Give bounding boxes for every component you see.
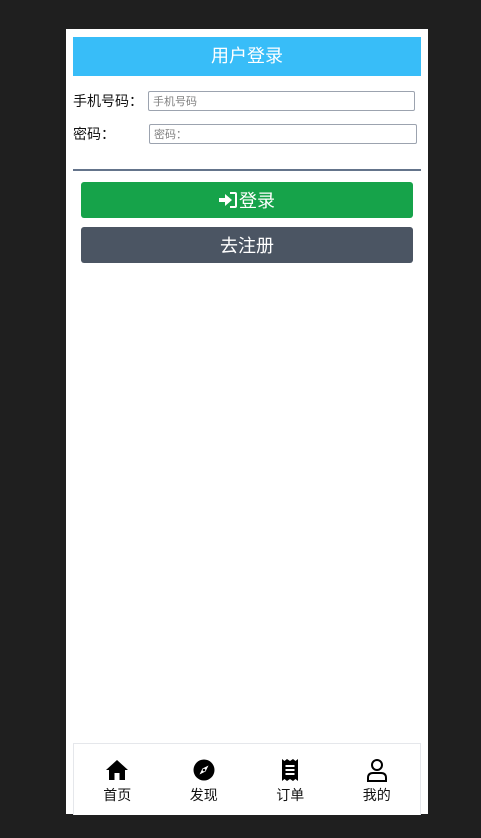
receipt-icon [278,758,302,782]
tab-mine-label: 我的 [362,788,391,804]
login-button-label: 登录 [239,191,275,212]
password-label: 密码： [73,127,115,143]
tab-discover-label: 发现 [189,788,218,804]
phone-input[interactable] [148,91,415,111]
page-title: 用户登录 [73,37,421,76]
tab-home[interactable]: 首页 [74,744,161,815]
divider [73,169,421,171]
sign-in-icon [219,192,239,208]
password-input[interactable] [149,124,417,144]
tab-home-label: 首页 [103,788,132,804]
login-button[interactable]: 登录 [81,182,413,218]
tab-mine[interactable]: 我的 [334,744,421,815]
phone-field-row: 手机号码： [73,91,421,113]
phone-label: 手机号码： [73,94,143,110]
user-icon [365,758,389,782]
register-button-label: 去注册 [220,236,274,257]
register-button[interactable]: 去注册 [81,227,413,263]
app-screen: 用户登录 手机号码： 密码： 登录 去注册 首页 [66,29,428,815]
tab-orders-label: 订单 [276,788,305,804]
tab-discover[interactable]: 发现 [161,744,248,815]
home-icon [105,758,129,782]
bottom-tab-bar: 首页 发现 订单 我的 [73,743,421,815]
password-field-row: 密码： [73,124,421,146]
compass-icon [192,758,216,782]
tab-orders[interactable]: 订单 [247,744,334,815]
